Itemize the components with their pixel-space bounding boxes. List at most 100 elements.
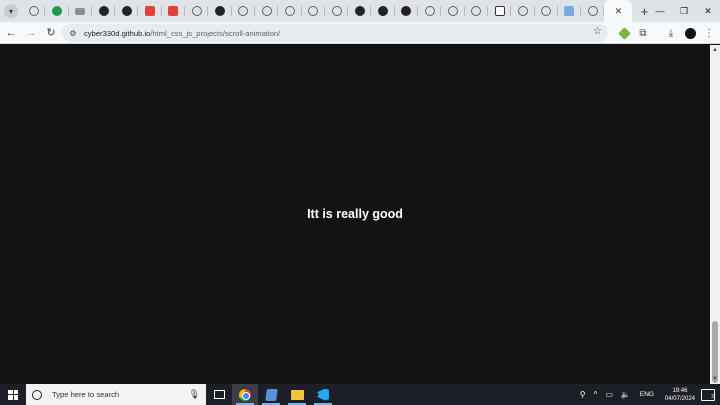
notification-center-icon[interactable]: 2: [701, 388, 715, 401]
globe-icon: [284, 6, 295, 16]
bookmark-star-icon[interactable]: ☆: [593, 26, 602, 37]
tab[interactable]: [255, 0, 279, 22]
whatsapp-icon: [51, 6, 62, 16]
extensions-puzzle-icon[interactable]: ⧉: [636, 25, 650, 41]
tab[interactable]: [22, 0, 46, 22]
url-text[interactable]: cyber330d.github.io/html_css_js_projects…: [84, 29, 280, 38]
extension-icon[interactable]: [617, 25, 631, 41]
tab-list: ✕: [22, 0, 633, 22]
download-icon[interactable]: ⤓: [664, 25, 678, 41]
url-path: /html_css_js_projects/scroll-animation/: [150, 28, 281, 38]
site-info-icon[interactable]: ⚙: [67, 27, 79, 39]
scroll-up-icon[interactable]: ▲: [711, 46, 719, 54]
close-window-button[interactable]: ✕: [696, 0, 720, 22]
microphone-icon[interactable]: 🎙: [189, 389, 200, 400]
globe-icon: [471, 6, 482, 16]
menu-kebab-icon[interactable]: ⋮: [702, 25, 716, 41]
page-viewport: Itt is really good: [0, 45, 710, 384]
task-view-icon: [213, 390, 225, 399]
task-view-button[interactable]: [206, 384, 232, 405]
chrome-icon: [239, 388, 251, 401]
clock-date: 04/07/2024: [664, 395, 695, 402]
search-placeholder: Type here to search: [52, 390, 120, 399]
tab[interactable]: [45, 0, 69, 22]
system-tray: ⚲ ^ ▭ 🔈 ENG 19:46 04/07/2024 2: [576, 384, 720, 405]
clock[interactable]: 19:46 04/07/2024: [665, 387, 695, 403]
globe-icon: [28, 6, 39, 16]
browser-toolbar: ← → ↻ ⚙ cyber330d.github.io/html_css_js_…: [0, 22, 720, 44]
start-button[interactable]: [0, 384, 26, 405]
globe-icon: [424, 6, 435, 16]
tab[interactable]: [558, 0, 582, 22]
page-headline: Itt is really good: [307, 207, 403, 221]
tab[interactable]: [232, 0, 256, 22]
scrollbar-thumb[interactable]: [712, 321, 718, 383]
tab[interactable]: [488, 0, 512, 22]
tab[interactable]: [441, 0, 465, 22]
volume-icon[interactable]: 🔈: [621, 390, 631, 399]
tab[interactable]: [535, 0, 559, 22]
url-host: cyber330d.github.io: [84, 28, 151, 38]
tab[interactable]: [92, 0, 116, 22]
vertical-scrollbar[interactable]: ▲ ▼: [710, 45, 720, 384]
taskbar-vscode[interactable]: [310, 384, 336, 405]
back-button[interactable]: ←: [2, 24, 20, 42]
figma-icon: [168, 6, 179, 16]
github-icon: [121, 6, 132, 16]
globe-icon: [517, 6, 528, 16]
vscode-icon: [317, 388, 329, 401]
tab[interactable]: [302, 0, 326, 22]
tab[interactable]: [418, 0, 442, 22]
windows-logo-icon: [8, 389, 18, 400]
tab[interactable]: [325, 0, 349, 22]
tab[interactable]: [511, 0, 535, 22]
tab[interactable]: [395, 0, 419, 22]
github-icon: [354, 6, 365, 16]
tab[interactable]: [371, 0, 396, 22]
youtube-icon: [75, 7, 86, 15]
window-controls: — ❐ ✕: [648, 0, 720, 22]
tab-search-chevron-icon[interactable]: ▾: [4, 4, 18, 18]
windows-taskbar: Type here to search 🎙 ⚲ ^ ▭ 🔈 ENG 19:46 …: [0, 384, 720, 405]
taskbar-chrome[interactable]: [232, 384, 258, 405]
tab[interactable]: [465, 0, 489, 22]
tab[interactable]: [581, 0, 605, 22]
clock-time: 19:46: [672, 387, 688, 394]
tab[interactable]: [208, 0, 232, 22]
close-tab-icon[interactable]: ✕: [615, 6, 623, 17]
globe-icon: [308, 6, 319, 16]
taskbar-app[interactable]: [258, 384, 284, 405]
taskbar-file-explorer[interactable]: [284, 384, 310, 405]
github-icon: [98, 6, 109, 16]
taskbar-search-box[interactable]: Type here to search 🎙: [26, 384, 206, 405]
globe-icon: [191, 6, 202, 16]
search-icon: [32, 389, 42, 400]
tab[interactable]: [185, 0, 209, 22]
globe-icon: [261, 6, 272, 16]
forward-button[interactable]: →: [22, 24, 40, 42]
language-indicator[interactable]: ENG: [640, 391, 654, 398]
active-tab[interactable]: ✕: [604, 0, 633, 22]
chevron-up-icon[interactable]: ^: [594, 390, 598, 399]
address-bar[interactable]: ⚙ cyber330d.github.io/html_css_js_projec…: [62, 24, 608, 42]
tab[interactable]: [348, 0, 372, 22]
restore-button[interactable]: ❐: [672, 0, 696, 22]
tab[interactable]: [138, 0, 163, 22]
folder-icon: [290, 389, 304, 400]
people-icon[interactable]: ⚲: [580, 390, 586, 399]
reload-button[interactable]: ↻: [42, 24, 60, 42]
tab[interactable]: [278, 0, 302, 22]
tab[interactable]: [162, 0, 186, 22]
app-icon: [264, 388, 278, 401]
app-icon: [494, 6, 505, 16]
browser-tab-strip: ▾ ✕ + — ❐ ✕: [0, 0, 720, 22]
tab[interactable]: [69, 0, 93, 22]
bluetab-icon: [564, 6, 575, 16]
globe-icon: [331, 6, 342, 16]
github-icon: [378, 6, 389, 16]
scroll-down-icon[interactable]: ▼: [711, 375, 719, 383]
profile-avatar[interactable]: [683, 25, 697, 41]
network-icon[interactable]: ▭: [605, 390, 613, 399]
tab[interactable]: [115, 0, 139, 22]
minimize-button[interactable]: —: [648, 0, 672, 22]
